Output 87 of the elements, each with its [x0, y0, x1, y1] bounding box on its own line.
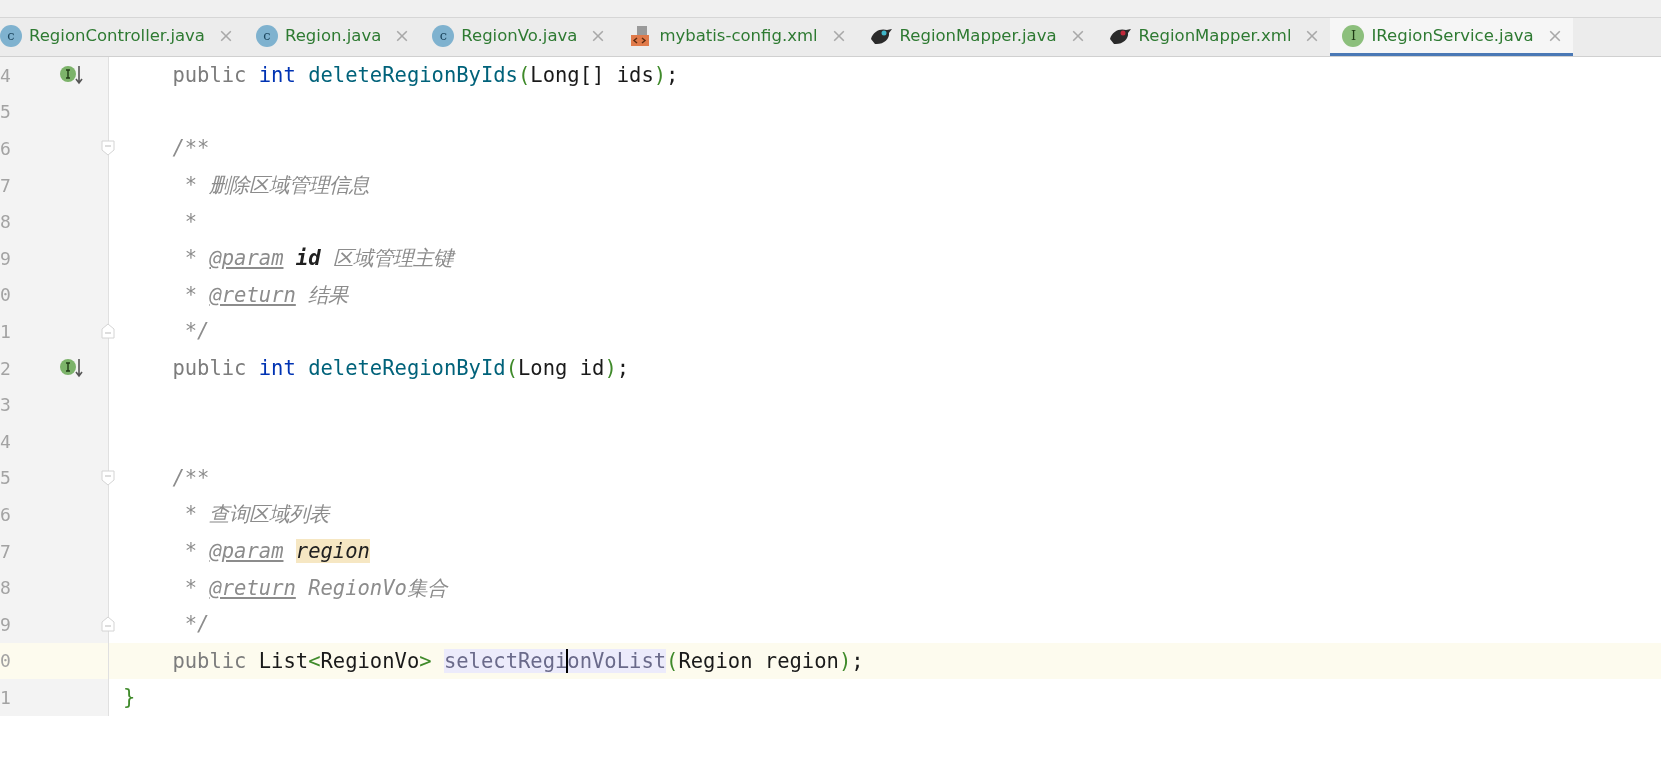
close-icon[interactable] [396, 29, 409, 42]
method-name: selectRegi [443, 648, 568, 673]
doc-tag: @param [209, 539, 284, 563]
editor-tab[interactable]: I IRegionService.java [1330, 18, 1573, 56]
line-number: 0 [0, 650, 11, 672]
line-number: 4 [0, 64, 11, 86]
punctuation: > [419, 648, 432, 673]
close-icon[interactable] [1071, 29, 1084, 42]
line-number: 5 [0, 101, 11, 123]
punctuation: ( [666, 648, 679, 673]
close-icon[interactable] [1306, 29, 1319, 42]
line-number: 5 [0, 467, 11, 489]
fold-icon[interactable] [101, 323, 115, 340]
class-icon: c [0, 24, 22, 47]
keyword: public [172, 648, 247, 673]
line-number: 3 [0, 394, 11, 416]
doc-tag: @return [209, 282, 296, 307]
line-number: 1 [0, 686, 11, 708]
implemented-icon[interactable] [59, 64, 85, 86]
comment-text: RegionVo集合 [308, 574, 447, 602]
close-icon[interactable] [1548, 29, 1561, 42]
punctuation: < [308, 648, 321, 673]
line-number: 0 [0, 284, 11, 306]
fold-icon[interactable] [101, 469, 115, 486]
punctuation: ) [604, 356, 617, 381]
code-text: ; [616, 356, 630, 381]
code-text: Long[] ids [530, 63, 654, 88]
line-number: 1 [0, 320, 11, 342]
close-icon[interactable] [832, 29, 845, 42]
punctuation: ( [505, 356, 518, 381]
comment-text: /** [172, 136, 210, 161]
code-text: Long id [517, 356, 605, 381]
punctuation: ) [653, 63, 667, 88]
punctuation: ( [517, 63, 531, 88]
comment-text: /** [172, 465, 210, 490]
fold-icon[interactable] [101, 140, 115, 157]
comment-text: * [184, 246, 198, 271]
line-number: 2 [0, 357, 11, 379]
comment-text: */ [184, 612, 210, 637]
code-text: ; [666, 63, 679, 88]
fold-icon[interactable] [101, 615, 115, 632]
line-number: 8 [0, 577, 11, 599]
interface-icon: I [1342, 24, 1365, 47]
keyword: public [172, 63, 247, 88]
class-icon: c [255, 24, 278, 47]
line-number: 9 [0, 613, 11, 635]
editor-tab[interactable]: RegionMapper.java [856, 18, 1096, 56]
code-text: ; [851, 648, 864, 673]
method-name: deleteRegionById [308, 356, 506, 381]
comment-text: */ [184, 319, 210, 344]
comment-text: * [184, 539, 198, 563]
punctuation: } [123, 685, 136, 710]
comment-text: * [184, 209, 198, 234]
editor-tab[interactable]: RegionMapper.xml [1095, 18, 1331, 56]
method-name: onVoList [567, 648, 667, 673]
close-icon[interactable] [219, 29, 232, 42]
code-text: Region region [678, 648, 839, 673]
parameter-name: region [295, 539, 370, 563]
line-number: 9 [0, 247, 11, 269]
method-name: deleteRegionByIds [308, 63, 518, 88]
parameter-name: id [295, 246, 321, 271]
editor-tab[interactable]: c Region.java [243, 18, 421, 56]
comment-text: * [184, 575, 198, 600]
comment-text: * 查询区域列表 [184, 501, 330, 529]
editor-tab[interactable]: c RegionVo.java [420, 18, 617, 56]
code-text: RegionVo [320, 648, 420, 673]
punctuation: ) [838, 648, 852, 673]
line-number: 7 [0, 174, 11, 196]
keyword: public [172, 356, 247, 381]
line-number: 6 [0, 138, 11, 159]
doc-tag: @return [209, 575, 296, 600]
line-number: 7 [0, 540, 11, 562]
keyword: int [258, 63, 296, 88]
comment-text: * 删除区域管理信息 [184, 172, 370, 200]
comment-text: * [184, 282, 198, 307]
line-number: 8 [0, 211, 11, 233]
editor-tab[interactable]: mybatis-config.xml [616, 18, 857, 56]
line-number: 4 [0, 430, 11, 452]
editor-tab[interactable]: c RegionController.java [0, 18, 244, 56]
line-number: 6 [0, 503, 11, 525]
comment-text: 结果 [308, 281, 349, 309]
code-text: List [258, 648, 309, 673]
keyword: int [258, 356, 296, 381]
close-icon[interactable] [592, 29, 605, 42]
doc-tag: @param [209, 246, 284, 271]
class-icon: c [432, 24, 455, 47]
implemented-icon[interactable] [59, 356, 85, 379]
